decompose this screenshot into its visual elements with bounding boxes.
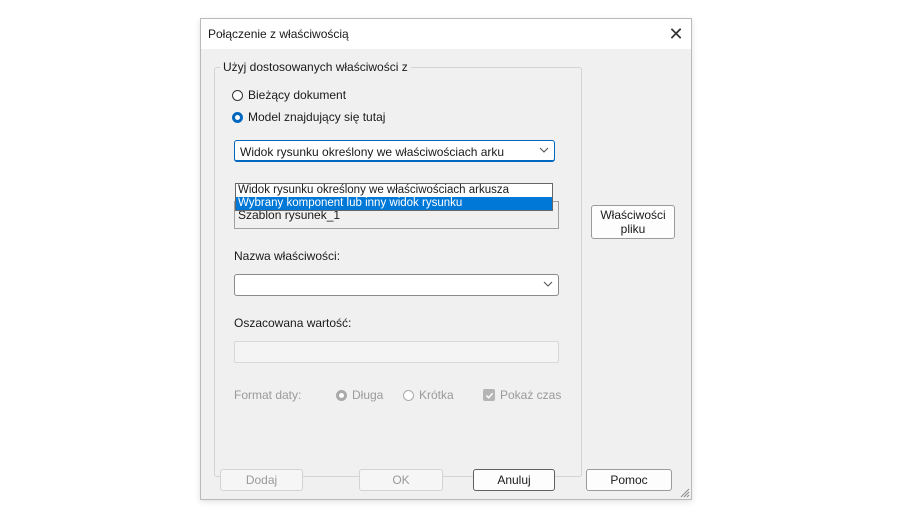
close-button[interactable]: ✕ [661,19,691,49]
file-properties-button-label: Właściwości pliku [600,208,666,236]
add-button-label: Dodaj [245,473,278,487]
help-button-label: Pomoc [610,473,648,487]
add-button[interactable]: Dodaj [220,469,303,491]
property-name-combobox[interactable] [234,274,559,296]
chevron-down-icon [539,147,549,153]
checkbox-show-time-label: Pokaż czas [500,388,562,402]
source-combobox-value: Widok rysunku określony we właściwościac… [240,145,505,159]
radio-selected-icon [336,389,347,401]
cancel-button[interactable]: Anuluj [473,469,555,491]
radio-selected-icon [232,111,243,123]
radio-date-short-label: Krótka [419,388,454,402]
file-properties-button[interactable]: Właściwości pliku [591,205,675,239]
cancel-button-label: Anuluj [497,473,531,487]
dropdown-option-selected-component[interactable]: Wybrany komponent lub inny widok rysunku [236,197,552,210]
link-to-property-dialog: Połączenie z właściwością ✕ Użyj dostoso… [200,18,692,500]
checkbox-show-time[interactable]: Pokaż czas [483,388,561,402]
resize-grip-icon[interactable] [678,486,690,498]
radio-date-long-label: Długa [352,388,384,402]
group-legend: Użyj dostosowanych właściwości z [220,60,411,74]
radio-model-label: Model znajdujący się tutaj [248,110,386,124]
property-name-label: Nazwa właściwości: [234,249,341,263]
radio-date-long[interactable]: Długa [336,388,383,402]
custom-properties-group [214,67,582,477]
dialog-title: Połączenie z właściwością [208,27,349,41]
radio-date-short[interactable]: Krótka [403,388,454,402]
title-bar: Połączenie z właściwością ✕ [201,19,691,49]
chevron-down-icon [543,281,553,287]
radio-circle-icon [232,89,243,101]
radio-current-document-label: Bieżący dokument [248,88,347,102]
radio-current-document[interactable]: Bieżący dokument [232,88,346,102]
close-icon: ✕ [668,23,684,44]
radio-model-found-here[interactable]: Model znajdujący się tutaj [232,110,385,124]
source-dropdown-list: Widok rysunku określony we właściwościac… [235,183,553,211]
ok-button-label: OK [392,473,410,487]
help-button[interactable]: Pomoc [586,469,672,491]
radio-circle-icon [403,389,414,401]
dropdown-option-sheet-view[interactable]: Widok rysunku określony we właściwościac… [236,184,552,197]
ok-button[interactable]: OK [359,469,443,491]
evaluated-value-field [234,341,559,363]
date-format-label: Format daty: [234,388,302,402]
source-combobox[interactable]: Widok rysunku określony we właściwościac… [234,140,555,162]
evaluated-value-label: Oszacowana wartość: [234,316,352,330]
checkbox-checked-icon [483,389,495,401]
